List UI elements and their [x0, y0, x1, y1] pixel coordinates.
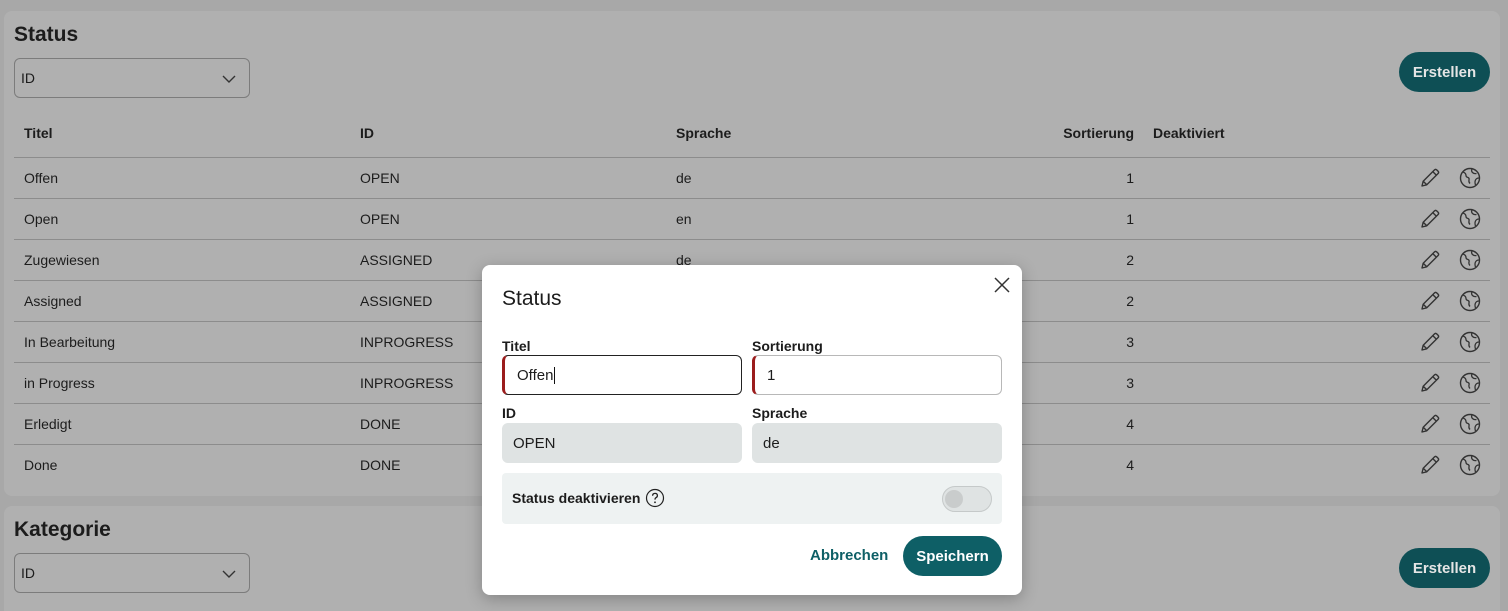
kategorie-create-button[interactable]: Erstellen: [1399, 548, 1490, 588]
cell-sortierung: 3: [1126, 334, 1134, 350]
pencil-icon[interactable]: [1418, 330, 1442, 354]
id-field: OPEN: [502, 423, 742, 463]
cell-titel: Assigned: [24, 293, 82, 309]
globe-icon[interactable]: [1458, 453, 1482, 477]
cell-sortierung: 2: [1126, 293, 1134, 309]
chevron-down-icon: [222, 570, 236, 578]
titel-label: Titel: [502, 338, 531, 354]
cell-id: ASSIGNED: [360, 293, 433, 309]
kategorie-sort-select[interactable]: ID: [14, 553, 250, 593]
sprache-value: de: [763, 434, 780, 452]
cell-titel: Offen: [24, 170, 58, 186]
cell-id: INPROGRESS: [360, 375, 454, 391]
status-sort-select[interactable]: ID: [14, 58, 250, 98]
cancel-button[interactable]: Abbrechen: [810, 547, 888, 564]
save-button[interactable]: Speichern: [903, 536, 1002, 576]
pencil-icon[interactable]: [1418, 412, 1442, 436]
cell-titel: Erledigt: [24, 416, 72, 432]
status-dialog: Status Titel Offen Sortierung 1 ID OPEN …: [482, 265, 1022, 595]
pencil-icon[interactable]: [1418, 371, 1442, 395]
pencil-icon[interactable]: [1418, 207, 1442, 231]
cell-titel: Zugewiesen: [24, 252, 100, 268]
sprache-label: Sprache: [752, 405, 808, 421]
text-cursor: [554, 366, 556, 384]
sprache-field: de: [752, 423, 1002, 463]
status-create-button[interactable]: Erstellen: [1399, 52, 1490, 92]
pencil-icon[interactable]: [1418, 289, 1442, 313]
table-header: Titel ID Sprache Sortierung Deaktiviert: [14, 113, 1490, 158]
sortierung-value: 1: [767, 366, 776, 384]
titel-value: Offen: [517, 366, 554, 384]
cell-sprache: en: [676, 211, 692, 227]
table-row[interactable]: Offen OPEN de 1: [14, 158, 1490, 199]
col-sortierung[interactable]: Sortierung: [1063, 125, 1134, 141]
cell-id: OPEN: [360, 211, 400, 227]
id-label: ID: [502, 405, 516, 421]
col-titel[interactable]: Titel: [24, 125, 53, 141]
col-deaktiviert[interactable]: Deaktiviert: [1153, 125, 1225, 141]
globe-icon[interactable]: [1458, 166, 1482, 190]
pencil-icon[interactable]: [1418, 248, 1442, 272]
cell-titel: in Progress: [24, 375, 95, 391]
table-row[interactable]: Open OPEN en 1: [14, 199, 1490, 240]
globe-icon[interactable]: [1458, 330, 1482, 354]
sortierung-input[interactable]: 1: [752, 355, 1002, 395]
globe-icon[interactable]: [1458, 371, 1482, 395]
status-title: Status: [14, 23, 79, 46]
id-value: OPEN: [513, 434, 556, 452]
status-sort-value: ID: [21, 70, 35, 86]
globe-icon[interactable]: [1458, 412, 1482, 436]
cell-id: DONE: [360, 457, 401, 473]
cell-titel: In Bearbeitung: [24, 334, 116, 350]
cell-titel: Open: [24, 211, 59, 227]
titel-input[interactable]: Offen: [502, 355, 742, 395]
cell-sortierung: 3: [1126, 375, 1134, 391]
cell-id: DONE: [360, 416, 401, 432]
sortierung-label: Sortierung: [752, 338, 823, 354]
deactivate-label: Status deaktivieren: [512, 490, 641, 506]
cell-id: OPEN: [360, 170, 400, 186]
kategorie-title: Kategorie: [14, 518, 111, 541]
cell-sortierung: 4: [1126, 416, 1134, 432]
close-icon[interactable]: [992, 275, 1012, 295]
deactivate-toggle[interactable]: [942, 486, 992, 512]
cell-sortierung: 1: [1126, 211, 1134, 227]
pencil-icon[interactable]: [1418, 166, 1442, 190]
cell-sprache: de: [676, 170, 692, 186]
globe-icon[interactable]: [1458, 207, 1482, 231]
dialog-title: Status: [502, 287, 562, 310]
cell-titel: Done: [24, 457, 58, 473]
cell-sortierung: 2: [1126, 252, 1134, 268]
chevron-down-icon: [222, 75, 236, 83]
kategorie-sort-value: ID: [21, 565, 35, 581]
pencil-icon[interactable]: [1418, 453, 1442, 477]
help-icon[interactable]: [645, 488, 665, 508]
cell-sortierung: 1: [1126, 170, 1134, 186]
globe-icon[interactable]: [1458, 248, 1482, 272]
col-id[interactable]: ID: [360, 125, 374, 141]
cell-id: ASSIGNED: [360, 252, 433, 268]
deactivate-row: Status deaktivieren: [502, 473, 1002, 524]
cell-id: INPROGRESS: [360, 334, 454, 350]
col-sprache[interactable]: Sprache: [676, 125, 731, 141]
toggle-knob: [945, 490, 963, 508]
globe-icon[interactable]: [1458, 289, 1482, 313]
cell-sortierung: 4: [1126, 457, 1134, 473]
